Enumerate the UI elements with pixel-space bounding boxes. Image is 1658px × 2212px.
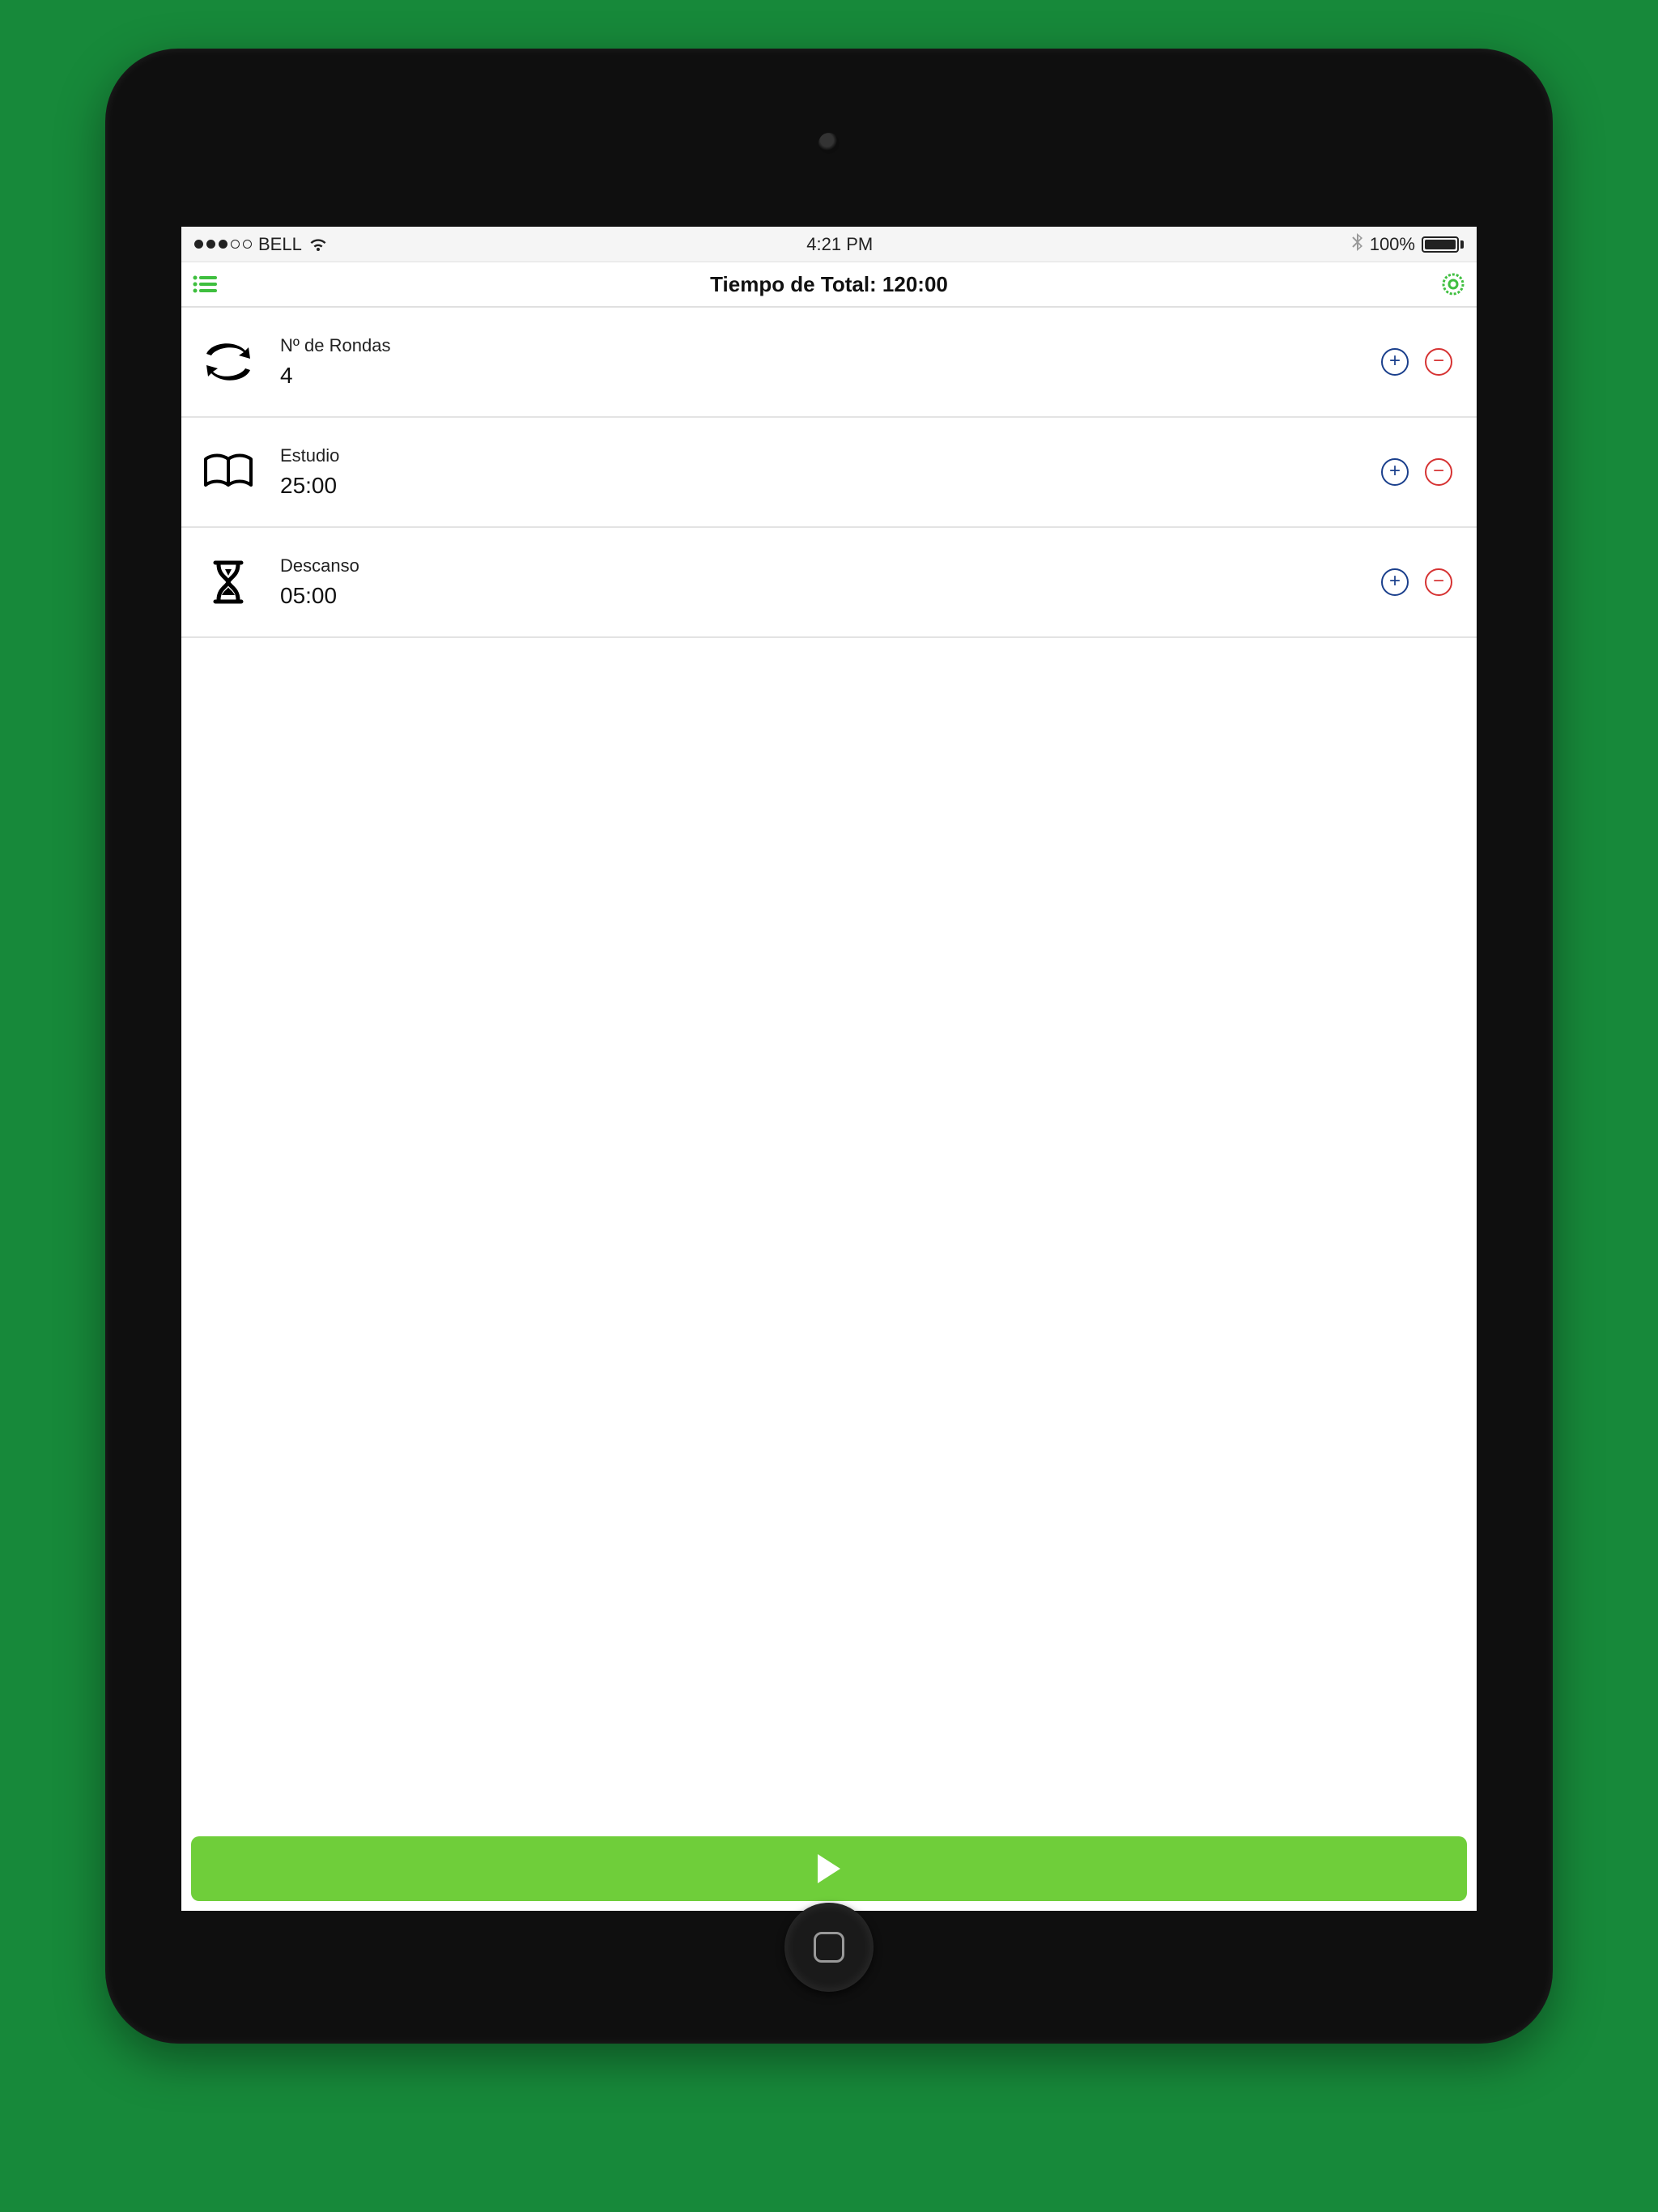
row-rest: Descanso 05:00 + −: [181, 528, 1477, 638]
row-label: Nº de Rondas: [280, 335, 1362, 356]
row-value: 25:00: [280, 473, 1362, 499]
title-bar: Tiempo de Total: 120:00: [181, 262, 1477, 308]
decrement-button[interactable]: −: [1425, 348, 1452, 376]
carrier-label: BELL: [258, 234, 302, 255]
row-value: 4: [280, 363, 1362, 389]
play-button[interactable]: [191, 1836, 1467, 1901]
bluetooth-icon: [1352, 233, 1363, 256]
camera-dot: [818, 133, 840, 154]
play-icon: [814, 1853, 844, 1885]
clock-label: 4:21 PM: [806, 234, 873, 255]
signal-strength-icon: [194, 240, 252, 249]
hourglass-icon: [196, 559, 261, 605]
repeat-icon: [196, 341, 261, 383]
increment-button[interactable]: +: [1381, 348, 1409, 376]
empty-area: [181, 638, 1477, 1827]
tablet-frame: BELL 4:21 PM 100%: [105, 49, 1553, 2044]
wifi-icon: [308, 237, 328, 252]
status-right: 100%: [1352, 233, 1464, 256]
decrement-button[interactable]: −: [1425, 568, 1452, 596]
home-button[interactable]: [784, 1903, 874, 1992]
page-title: Tiempo de Total: 120:00: [710, 272, 948, 297]
row-label: Descanso: [280, 555, 1362, 576]
increment-button[interactable]: +: [1381, 568, 1409, 596]
menu-list-icon[interactable]: [193, 274, 219, 294]
battery-icon: [1422, 236, 1464, 253]
settings-list: Nº de Rondas 4 + − Estudio 25:00 +: [181, 308, 1477, 638]
increment-button[interactable]: +: [1381, 458, 1409, 486]
settings-gear-icon[interactable]: [1441, 272, 1465, 296]
row-rounds: Nº de Rondas 4 + −: [181, 308, 1477, 418]
row-label: Estudio: [280, 445, 1362, 466]
status-left: BELL: [194, 234, 328, 255]
app-screen: BELL 4:21 PM 100%: [181, 227, 1477, 1911]
row-value: 05:00: [280, 583, 1362, 609]
status-bar: BELL 4:21 PM 100%: [181, 227, 1477, 262]
battery-pct-label: 100%: [1370, 234, 1415, 255]
decrement-button[interactable]: −: [1425, 458, 1452, 486]
row-study: Estudio 25:00 + −: [181, 418, 1477, 528]
book-icon: [196, 453, 261, 491]
